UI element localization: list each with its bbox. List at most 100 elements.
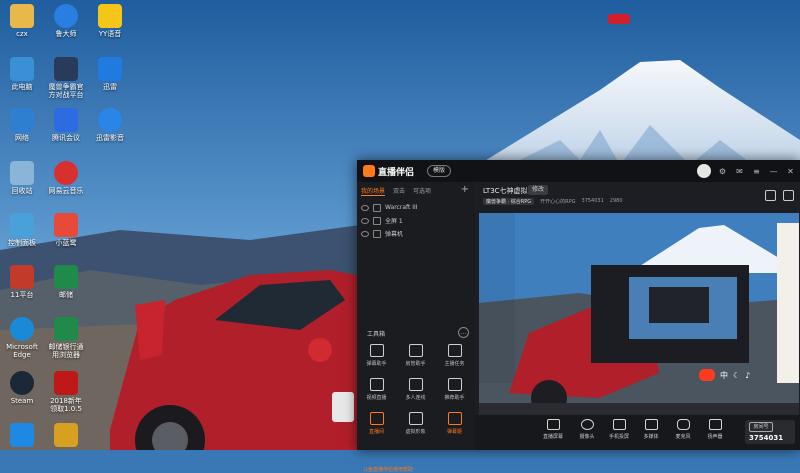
desktop-icon-qq-browser[interactable] [0,423,44,449]
gift-icon[interactable] [765,190,776,201]
ime-toolbar[interactable]: 中 ☾ ♪ [699,369,750,381]
tool-multi-link[interactable]: 多人连线 [396,378,435,403]
room-category[interactable]: 魔兽争霸 · 综合RPG [483,198,535,205]
desktop-icon-label: 此电脑 [11,83,33,91]
list-item[interactable]: 弹幕机 [361,227,471,240]
eye-icon[interactable] [361,217,369,224]
desktop-icon-thunder-player[interactable]: 迅雷影音 [88,108,132,142]
tool-room-manager[interactable]: 房管助手 [396,344,435,369]
psbc-icon [54,265,78,289]
ime-mode[interactable]: 中 [720,370,728,381]
desktop-icon-yy[interactable]: YY语音 [88,4,132,38]
scene-label: 全屏 1 [385,218,403,225]
template-button[interactable]: 模版 [427,165,452,177]
tool-label: 虚拟形象 [405,429,426,435]
dock-camera[interactable]: 摄像头 [569,419,605,440]
tool-danmaku-machine[interactable]: 弹幕姬 [435,412,474,437]
room-actions [765,190,794,201]
thunder-icon [98,57,122,81]
virtual-avatar-icon [408,412,423,425]
desktop-icon-label: 邮储 [59,291,73,299]
desktop-icon-heron[interactable]: 小蓝鹭 [44,213,88,247]
desktop-icon-recycle-bin[interactable]: 回收站 [0,161,44,195]
tasks-icon [447,344,462,357]
eye-icon[interactable] [361,230,369,237]
desktop-icon-csgo[interactable] [44,423,88,449]
game-capture-icon [373,203,381,212]
tool-recommend[interactable]: 推荐助手 [435,378,474,403]
desktop-icon-network[interactable]: 网络 [0,108,44,142]
dock-label: 多媒体 [643,434,659,440]
tool-video-live[interactable]: 视频直播 [357,378,396,403]
desktop-icon-ludashi[interactable]: 鲁大师 [44,4,88,38]
desktop-icon-edge[interactable]: Microsoft Edge [0,317,44,359]
tool-avatar[interactable]: 虚拟形象 [396,412,435,437]
desktop-icon-thunder[interactable]: 迅雷 [88,57,132,91]
tool-label: 多人连线 [405,395,426,401]
list-item[interactable]: 全屏 1 [361,214,471,227]
eye-icon[interactable] [361,204,369,211]
desktop-icon-11-platform[interactable]: 11平台 [0,265,44,299]
desktop-icon-psbc-browser[interactable]: 邮储银行通 用浏览器 [44,317,88,359]
more-icon[interactable]: … [458,327,469,338]
window-controls: ⚙ ✉ ≡ — ✕ [697,164,796,178]
desktop-icon-control-panel[interactable]: 控制面板 [0,213,44,247]
desktop-icon-czx[interactable]: czx [0,4,44,38]
settings-icon[interactable]: ⚙ [717,166,728,177]
source-dock: 直播屏幕 摄像头 手机投屏 多媒体 麦克风 扬声器 房间号 3754031 [475,415,800,450]
tool-live-room[interactable]: 直播间 [357,412,396,437]
close-icon[interactable]: ✕ [785,166,796,177]
app-logo-icon [363,165,375,177]
tab-double-click[interactable]: 双击 [393,186,405,196]
tool-streamer-tasks[interactable]: 主播任务 [435,344,474,369]
desktop-icon-steam[interactable]: Steam [0,371,44,405]
edit-room-button[interactable]: 修改 [528,185,549,195]
scene-label: 弹幕机 [385,231,404,238]
viewer-count: 2980 [609,198,623,204]
multi-link-icon [408,378,423,391]
tool-label: 视频直播 [366,395,387,401]
psbc-browser-icon [54,317,78,341]
edge-icon [10,317,34,341]
desktop-icon-label: 网络 [15,134,29,142]
network-icon [10,108,34,132]
dock-speaker[interactable]: 扬声器 [697,419,733,440]
add-scene-icon[interactable]: + [461,184,469,195]
screen-icon [546,419,560,430]
desktop-icon-label: 迅雷影音 [96,134,124,142]
scene-tabs: 我的场景 双击 可选项 [361,186,431,196]
desktop-icon-label: 魔兽争霸官 方对战平台 [48,83,84,99]
desktop-icon-label: 11平台 [10,291,34,299]
desktop-icon-this-pc[interactable]: 此电脑 [0,57,44,91]
dock-phone-cast[interactable]: 手机投屏 [601,419,637,440]
desktop-icon-new-year[interactable]: 2018新年 领取1.0.5 [44,371,88,413]
desktop-icon-tencent-meeting[interactable]: 腾讯会议 [44,108,88,142]
tab-options[interactable]: 可选项 [413,186,431,196]
avatar[interactable] [697,164,711,178]
desktop-icon-label: 网易云音乐 [48,187,84,195]
desktop-icon-netease-music[interactable]: 网易云音乐 [44,161,88,195]
minimize-icon[interactable]: — [768,166,779,177]
message-icon[interactable]: ✉ [734,166,745,177]
recycle-bin-icon [10,161,34,185]
dock-media[interactable]: 多媒体 [633,419,669,440]
streaming-app-window: 直播伴侣 模版 ⚙ ✉ ≡ — ✕ 我的场景 双击 可选项 + Warcraft… [357,160,800,473]
room-meta: 魔兽争霸 · 综合RPG 开开心心的RPG 3754031 2980 [483,198,623,205]
tab-my-scenes[interactable]: 我的场景 [361,186,386,196]
desktop-icon-psbc[interactable]: 邮储 [44,265,88,299]
menu-icon[interactable]: ≡ [751,166,762,177]
desktop-icon-warcraft[interactable]: 魔兽争霸官 方对战平台 [44,57,88,99]
heron-icon [54,213,78,237]
share-icon[interactable] [783,190,794,201]
camera-icon [580,419,594,430]
dock-screen[interactable]: 直播屏幕 [535,419,571,440]
help-link[interactable]: 斗鱼直播伴侣使用帮助 [363,466,413,473]
list-item[interactable]: Warcraft III [361,201,471,214]
room-number-label: 房间号 [749,422,773,432]
qq-browser-icon [10,423,34,447]
desktop-icon-label: 2018新年 领取1.0.5 [50,397,82,413]
app-titlebar: 直播伴侣 模版 ⚙ ✉ ≡ — ✕ [357,160,800,182]
tool-danmaku-assistant[interactable]: 弹幕助手 [357,344,396,369]
dock-microphone[interactable]: 麦克风 [665,419,701,440]
media-icon [644,419,658,430]
